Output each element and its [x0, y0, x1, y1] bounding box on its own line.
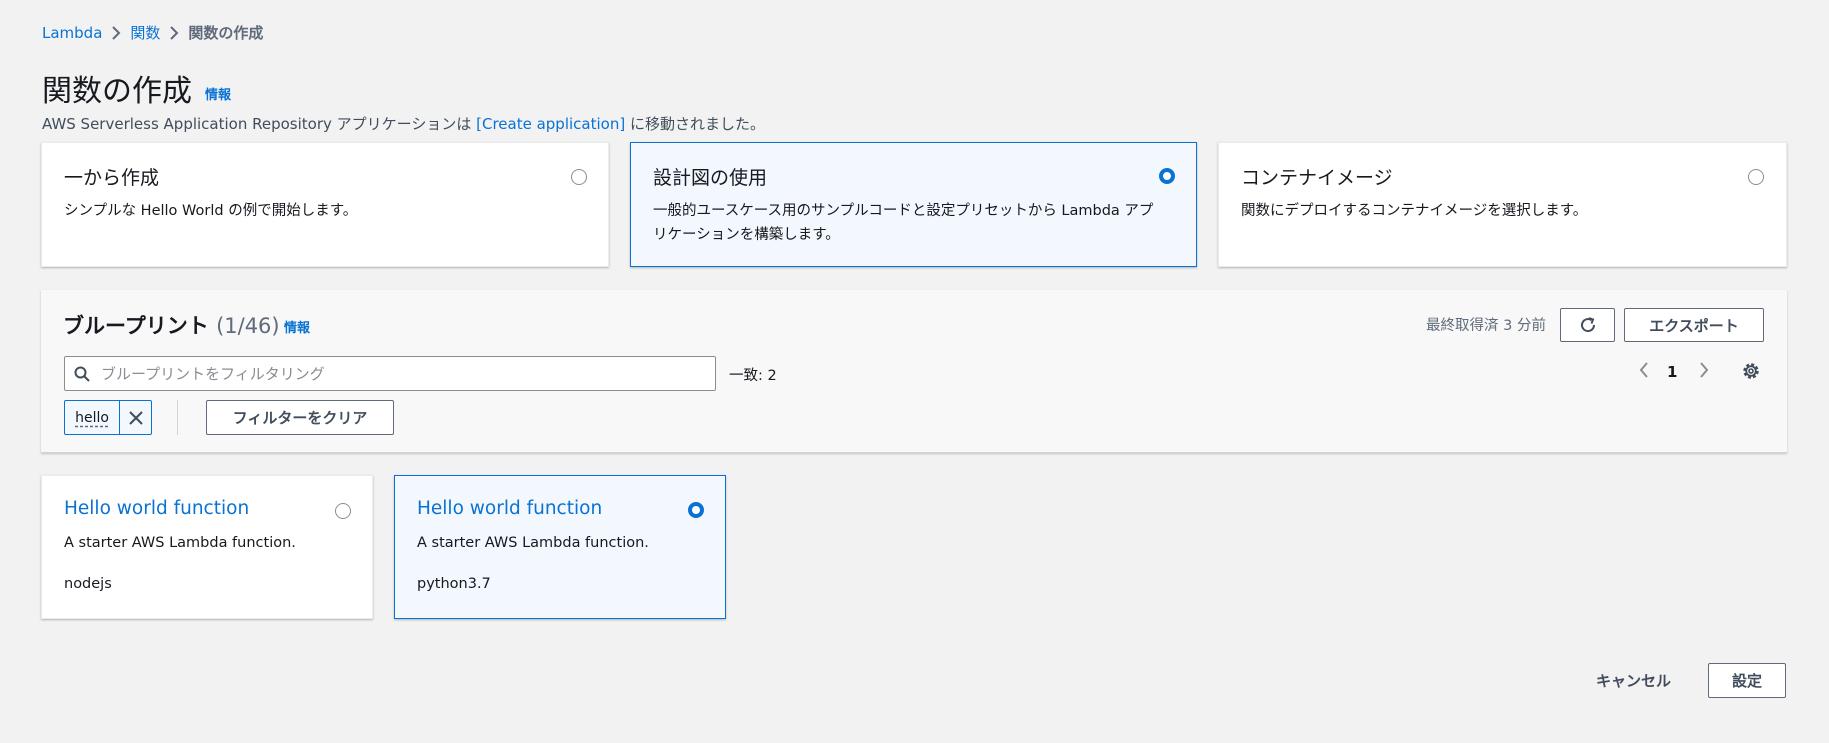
- breadcrumb: Lambda 関数 関数の作成: [42, 22, 263, 43]
- blueprint-card-nodejs[interactable]: Hello world function A starter AWS Lambd…: [41, 475, 373, 619]
- breadcrumb-lambda[interactable]: Lambda: [42, 24, 102, 42]
- divider: [177, 400, 178, 435]
- clear-filter-button[interactable]: フィルターをクリア: [206, 400, 394, 435]
- settings-gear-icon[interactable]: [1741, 361, 1761, 385]
- blueprint-card-python[interactable]: Hello world function A starter AWS Lambd…: [394, 475, 726, 619]
- blueprint-title[interactable]: Hello world function: [64, 498, 249, 519]
- blueprint-search[interactable]: [64, 356, 716, 391]
- option-title: コンテナイメージ: [1241, 167, 1393, 189]
- refresh-icon: [1580, 317, 1595, 333]
- search-icon: [74, 366, 90, 382]
- option-card-container-image[interactable]: コンテナイメージ 関数にデプロイするコンテナイメージを選択します。: [1218, 142, 1787, 267]
- option-title: 一から作成: [64, 167, 160, 189]
- info-link[interactable]: 情報: [205, 84, 231, 103]
- blueprints-info-link[interactable]: 情報: [284, 317, 310, 336]
- notice-prefix: AWS Serverless Application Repository アプ…: [42, 115, 477, 133]
- chevron-right-icon: [160, 23, 188, 43]
- option-radio-selected[interactable]: [1159, 168, 1175, 184]
- pagination-next-icon[interactable]: [1697, 360, 1711, 384]
- export-button[interactable]: エクスポート: [1624, 308, 1764, 342]
- notice-suffix: に移動されました。: [625, 115, 765, 133]
- close-icon: [128, 410, 143, 425]
- option-description: 関数にデプロイするコンテナイメージを選択します。: [1241, 203, 1588, 219]
- option-description: 一般的ユースケース用のサンプルコードと設定プリセットから Lambda アプリケ…: [653, 203, 1154, 243]
- breadcrumb-functions[interactable]: 関数: [130, 22, 160, 43]
- filter-token: hello: [64, 400, 152, 435]
- configure-button[interactable]: 設定: [1708, 663, 1786, 698]
- option-radio[interactable]: [1748, 169, 1764, 185]
- blueprints-panel: ブループリント (1/46) 情報 最終取得済 3 分前 エクスポート 一致: …: [41, 290, 1787, 453]
- pagination-prev-icon[interactable]: [1637, 360, 1651, 384]
- page-title: 関数の作成: [42, 74, 192, 109]
- pagination-page[interactable]: 1: [1667, 363, 1677, 381]
- blueprint-radio[interactable]: [335, 503, 351, 519]
- option-card-use-blueprint[interactable]: 設計図の使用 一般的ユースケース用のサンプルコードと設定プリセットから Lamb…: [630, 142, 1197, 267]
- refresh-button[interactable]: [1560, 308, 1615, 342]
- blueprint-description: A starter AWS Lambda function.: [417, 535, 649, 551]
- blueprints-heading: ブループリント: [63, 314, 209, 338]
- create-application-link[interactable]: [Create application]: [476, 115, 625, 133]
- blueprint-radio-selected[interactable]: [688, 502, 704, 518]
- option-card-author-from-scratch[interactable]: 一から作成 シンプルな Hello World の例で開始します。: [41, 142, 609, 267]
- remove-filter-button[interactable]: [119, 401, 151, 434]
- blueprint-description: A starter AWS Lambda function.: [64, 535, 296, 551]
- migration-notice: AWS Serverless Application Repository アプ…: [42, 113, 765, 134]
- option-description: シンプルな Hello World の例で開始します。: [64, 203, 358, 219]
- blueprint-title[interactable]: Hello world function: [417, 498, 602, 519]
- chevron-right-icon: [102, 23, 130, 43]
- blueprint-runtime: nodejs: [64, 576, 112, 592]
- blueprints-count: (1/46): [216, 314, 280, 338]
- blueprint-runtime: python3.7: [417, 576, 491, 592]
- blueprints-title: ブループリント (1/46): [63, 310, 280, 340]
- match-count: 一致: 2: [729, 368, 777, 384]
- cancel-button[interactable]: キャンセル: [1596, 670, 1671, 691]
- option-title: 設計図の使用: [653, 167, 768, 189]
- breadcrumb-current: 関数の作成: [188, 24, 264, 42]
- search-input[interactable]: [99, 357, 699, 390]
- last-fetched-text: 最終取得済 3 分前: [1426, 318, 1546, 334]
- filter-token-label: hello: [75, 409, 109, 426]
- option-radio[interactable]: [571, 169, 587, 185]
